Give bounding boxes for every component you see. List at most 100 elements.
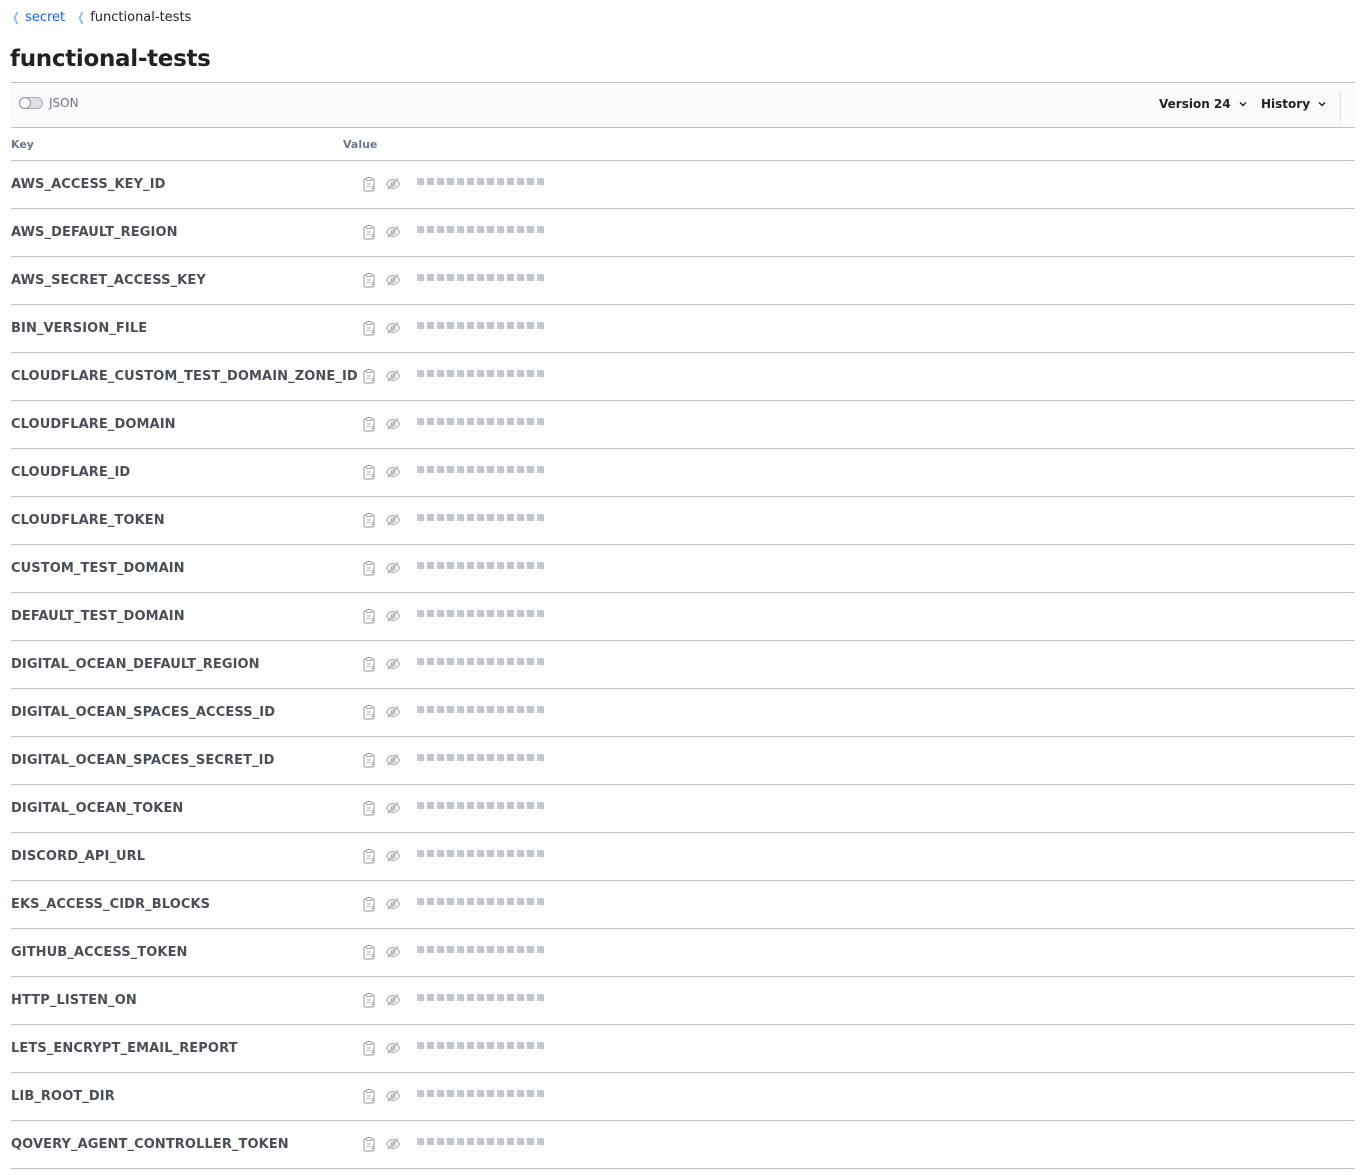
eye-off-icon[interactable] bbox=[385, 416, 401, 432]
clipboard-icon[interactable] bbox=[361, 512, 377, 528]
eye-off-icon[interactable] bbox=[385, 368, 401, 384]
json-toggle[interactable]: JSON bbox=[19, 96, 79, 110]
clipboard-icon[interactable] bbox=[361, 896, 377, 912]
clipboard-icon[interactable] bbox=[361, 848, 377, 864]
eye-off-icon[interactable] bbox=[385, 896, 401, 912]
eye-off-icon[interactable] bbox=[385, 176, 401, 192]
mask-dot bbox=[487, 466, 494, 473]
mask-dot bbox=[517, 658, 524, 665]
table-row: BIN_VERSION_FILE bbox=[11, 305, 1355, 353]
clipboard-icon[interactable] bbox=[361, 608, 377, 624]
toggle-switch[interactable] bbox=[19, 97, 43, 109]
eye-off-icon[interactable] bbox=[385, 272, 401, 288]
mask-dot bbox=[417, 178, 424, 185]
mask-dot bbox=[467, 514, 474, 521]
mask-dot bbox=[497, 274, 504, 281]
masked-value bbox=[417, 658, 544, 665]
mask-dot bbox=[467, 562, 474, 569]
eye-off-icon[interactable] bbox=[385, 224, 401, 240]
table-row: CLOUDFLARE_DOMAIN bbox=[11, 401, 1355, 449]
mask-dot bbox=[467, 898, 474, 905]
eye-off-icon[interactable] bbox=[385, 560, 401, 576]
mask-dot bbox=[537, 370, 544, 377]
version-dropdown[interactable]: Version 24 bbox=[1159, 97, 1248, 111]
mask-dot bbox=[477, 466, 484, 473]
eye-off-icon[interactable] bbox=[385, 1088, 401, 1104]
mask-dot bbox=[447, 178, 454, 185]
secret-key: DEFAULT_TEST_DOMAIN bbox=[11, 609, 185, 624]
table-row: DEFAULT_TEST_DOMAIN bbox=[11, 593, 1355, 641]
clipboard-icon[interactable] bbox=[361, 176, 377, 192]
eye-off-icon[interactable] bbox=[385, 320, 401, 336]
eye-off-icon[interactable] bbox=[385, 800, 401, 816]
mask-dot bbox=[447, 322, 454, 329]
mask-dot bbox=[517, 850, 524, 857]
column-header-value: Value bbox=[343, 138, 378, 151]
eye-off-icon[interactable] bbox=[385, 752, 401, 768]
mask-dot bbox=[457, 1090, 464, 1097]
mask-dot bbox=[527, 1090, 534, 1097]
clipboard-icon[interactable] bbox=[361, 464, 377, 480]
masked-value bbox=[417, 274, 544, 281]
clipboard-icon[interactable] bbox=[361, 1040, 377, 1056]
mask-dot bbox=[517, 418, 524, 425]
masked-value bbox=[417, 610, 544, 617]
mask-dot bbox=[447, 1042, 454, 1049]
mask-dot bbox=[427, 178, 434, 185]
eye-off-icon[interactable] bbox=[385, 656, 401, 672]
mask-dot bbox=[437, 418, 444, 425]
history-dropdown[interactable]: History bbox=[1261, 97, 1327, 111]
mask-dot bbox=[437, 1138, 444, 1145]
clipboard-icon[interactable] bbox=[361, 992, 377, 1008]
mask-dot bbox=[487, 514, 494, 521]
eye-off-icon[interactable] bbox=[385, 608, 401, 624]
mask-dot bbox=[507, 178, 514, 185]
clipboard-icon[interactable] bbox=[361, 560, 377, 576]
mask-dot bbox=[487, 562, 494, 569]
mask-dot bbox=[507, 610, 514, 617]
eye-off-icon[interactable] bbox=[385, 992, 401, 1008]
mask-dot bbox=[457, 802, 464, 809]
mask-dot bbox=[427, 514, 434, 521]
mask-dot bbox=[477, 226, 484, 233]
secret-toolbar: JSON Version 24 History bbox=[11, 82, 1355, 128]
history-label: History bbox=[1261, 97, 1311, 111]
breadcrumb-link-secret[interactable]: secret bbox=[25, 10, 65, 25]
mask-dot bbox=[537, 754, 544, 761]
masked-value bbox=[417, 898, 544, 905]
clipboard-icon[interactable] bbox=[361, 368, 377, 384]
masked-value bbox=[417, 514, 544, 521]
clipboard-icon[interactable] bbox=[361, 320, 377, 336]
masked-value bbox=[417, 1090, 544, 1097]
mask-dot bbox=[437, 946, 444, 953]
mask-dot bbox=[427, 274, 434, 281]
clipboard-icon[interactable] bbox=[361, 1136, 377, 1152]
mask-dot bbox=[507, 418, 514, 425]
mask-dot bbox=[497, 1138, 504, 1145]
clipboard-icon[interactable] bbox=[361, 800, 377, 816]
eye-off-icon[interactable] bbox=[385, 512, 401, 528]
eye-off-icon[interactable] bbox=[385, 944, 401, 960]
clipboard-icon[interactable] bbox=[361, 1088, 377, 1104]
clipboard-icon[interactable] bbox=[361, 704, 377, 720]
clipboard-icon[interactable] bbox=[361, 944, 377, 960]
clipboard-icon[interactable] bbox=[361, 752, 377, 768]
mask-dot bbox=[477, 514, 484, 521]
eye-off-icon[interactable] bbox=[385, 1136, 401, 1152]
clipboard-icon[interactable] bbox=[361, 224, 377, 240]
clipboard-icon[interactable] bbox=[361, 656, 377, 672]
masked-value bbox=[417, 754, 544, 761]
clipboard-icon[interactable] bbox=[361, 272, 377, 288]
eye-off-icon[interactable] bbox=[385, 704, 401, 720]
mask-dot bbox=[477, 1042, 484, 1049]
eye-off-icon[interactable] bbox=[385, 464, 401, 480]
mask-dot bbox=[497, 178, 504, 185]
clipboard-icon[interactable] bbox=[361, 416, 377, 432]
secret-key: HTTP_LISTEN_ON bbox=[11, 993, 137, 1008]
eye-off-icon[interactable] bbox=[385, 1040, 401, 1056]
eye-off-icon[interactable] bbox=[385, 848, 401, 864]
mask-dot bbox=[457, 466, 464, 473]
mask-dot bbox=[537, 1090, 544, 1097]
mask-dot bbox=[447, 850, 454, 857]
mask-dot bbox=[437, 562, 444, 569]
